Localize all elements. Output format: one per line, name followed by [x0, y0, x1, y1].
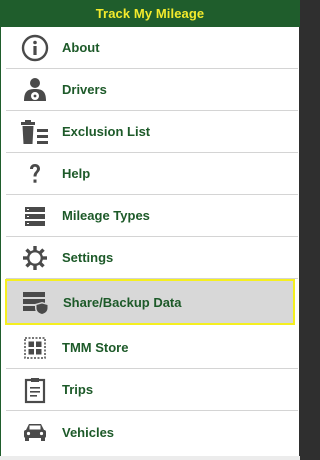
app-title: Track My Mileage: [95, 6, 205, 21]
menu-item-settings[interactable]: Settings: [6, 237, 298, 279]
info-icon: [20, 33, 50, 63]
app-header: Track My Mileage: [0, 0, 300, 27]
menu-item-mileage-types[interactable]: Mileage Types: [6, 195, 298, 237]
menu-item-label: Vehicles: [62, 424, 115, 440]
menu-item-label: Share/Backup Data: [63, 294, 182, 310]
backup-shield-icon: [21, 287, 51, 317]
menu-item-share-backup-data[interactable]: Share/Backup Data: [5, 279, 295, 325]
menu-item-label: Help: [62, 166, 91, 181]
side-menu: About Drivers Exclusion List Help Mileag…: [0, 27, 299, 460]
menu-item-about[interactable]: About: [6, 27, 298, 69]
question-icon: [20, 159, 50, 189]
menu-item-tmm-store[interactable]: TMM Store: [6, 327, 298, 369]
menu-item-exclusion-list[interactable]: Exclusion List: [6, 111, 298, 153]
menu-item-label: Drivers: [62, 82, 107, 97]
menu-item-drivers[interactable]: Drivers: [6, 69, 298, 111]
menu-item-label: Trips: [62, 382, 94, 397]
menu-item-trips[interactable]: Trips: [6, 369, 298, 411]
menu-item-vehicles[interactable]: Vehicles: [6, 411, 298, 453]
menu-item-label: Exclusion List: [62, 124, 151, 139]
car-icon: [20, 417, 50, 447]
driver-icon: [20, 75, 50, 105]
store-grid-icon: [20, 333, 50, 363]
server-list-icon: [20, 201, 50, 231]
clipboard-icon: [20, 375, 50, 405]
menu-item-label: About: [62, 40, 100, 55]
menu-item-label: Mileage Types: [62, 208, 150, 223]
menu-item-help[interactable]: Help: [6, 153, 298, 195]
menu-bottom-edge: [0, 456, 300, 460]
gear-icon: [20, 243, 50, 273]
trash-list-icon: [20, 117, 50, 147]
menu-item-label: Settings: [62, 250, 114, 265]
menu-item-label: TMM Store: [62, 340, 129, 355]
